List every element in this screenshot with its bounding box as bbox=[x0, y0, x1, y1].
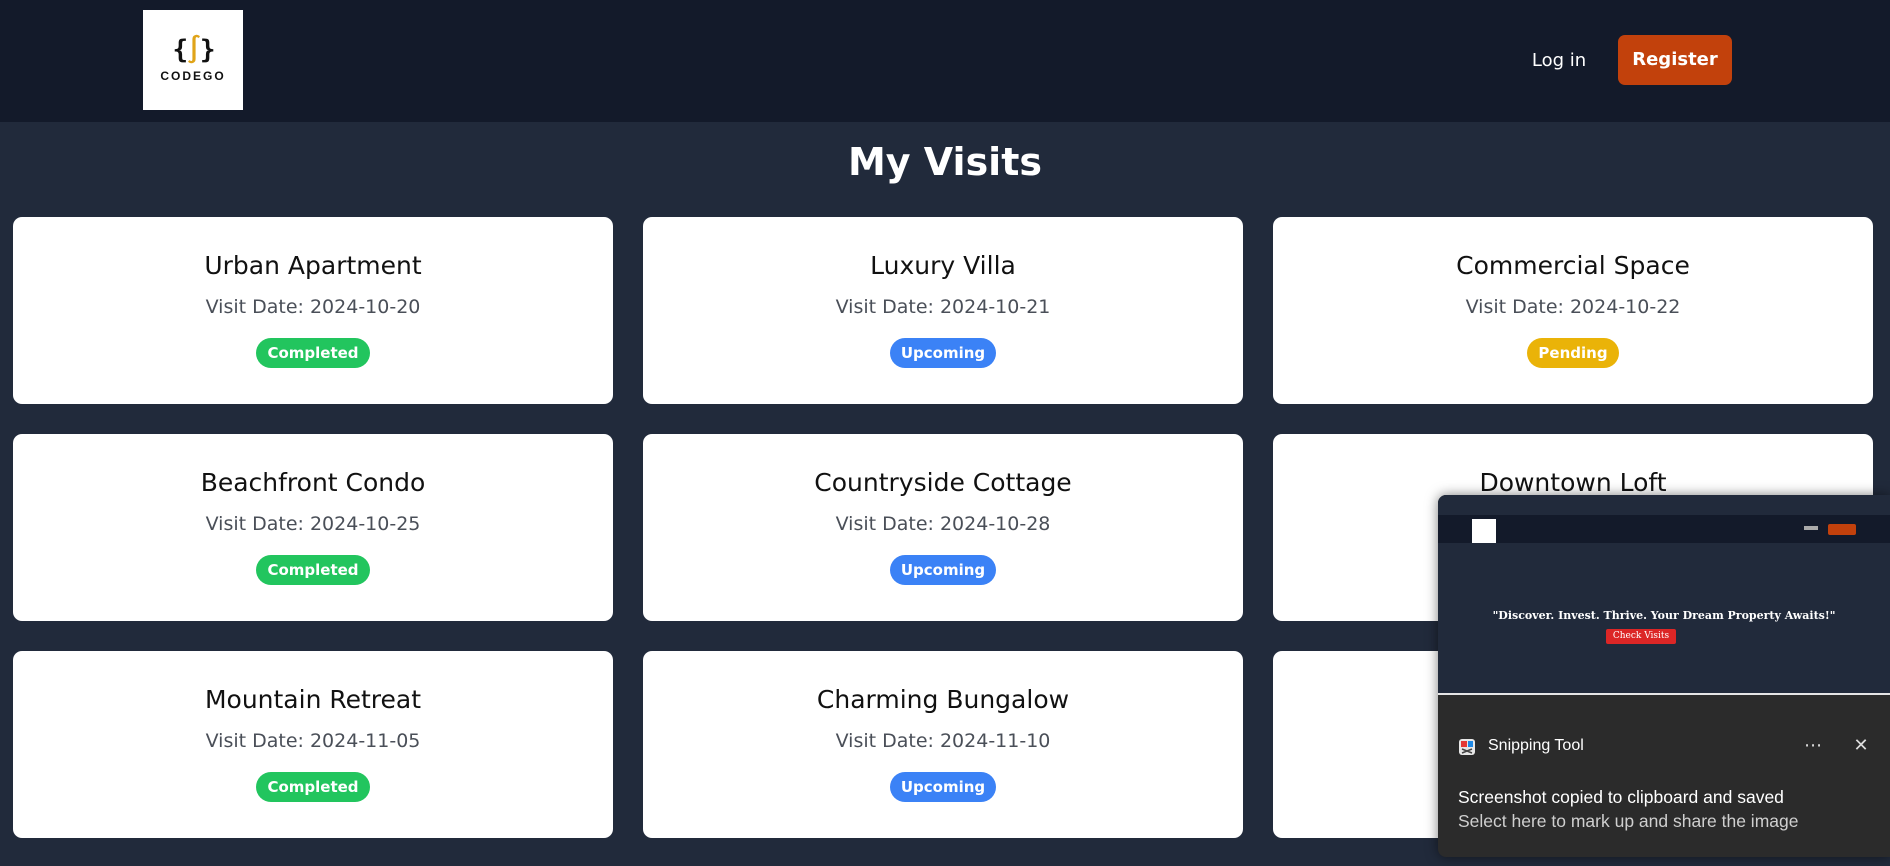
status-badge: Pending bbox=[1527, 338, 1619, 368]
visit-date: Visit Date: 2024-10-20 bbox=[205, 296, 421, 318]
status-badge: Completed bbox=[256, 555, 370, 585]
visit-card: Beachfront Condo Visit Date: 2024-10-25 … bbox=[13, 434, 613, 621]
login-link[interactable]: Log in bbox=[1512, 46, 1606, 76]
status-badge: Upcoming bbox=[889, 772, 997, 802]
preview-quote: "Discover. Invest. Thrive. Your Dream Pr… bbox=[1492, 609, 1836, 622]
visit-title: Downtown Loft bbox=[1479, 468, 1667, 497]
visit-title: Commercial Space bbox=[1456, 251, 1690, 280]
visit-title: Countryside Cottage bbox=[814, 468, 1072, 497]
page-title: My Visits bbox=[847, 140, 1042, 184]
notification-app-name: Snipping Tool bbox=[1488, 737, 1584, 754]
visit-date: Visit Date: 2024-10-25 bbox=[205, 513, 421, 535]
notification-message: Screenshot copied to clipboard and saved bbox=[1458, 787, 1784, 807]
visit-card: Commercial Space Visit Date: 2024-10-22 … bbox=[1273, 217, 1873, 404]
visit-card: Urban Apartment Visit Date: 2024-10-20 C… bbox=[13, 217, 613, 404]
status-badge: Upcoming bbox=[889, 338, 997, 368]
snipping-tool-icon bbox=[1459, 739, 1475, 755]
snipping-tool-notification[interactable]: "Discover. Invest. Thrive. Your Dream Pr… bbox=[1438, 495, 1890, 857]
more-icon[interactable]: ⋯ bbox=[1798, 731, 1828, 761]
visit-card: Luxury Villa Visit Date: 2024-10-21 Upco… bbox=[643, 217, 1243, 404]
register-button[interactable]: Register bbox=[1618, 35, 1732, 85]
close-icon[interactable]: ✕ bbox=[1846, 731, 1876, 761]
visit-title: Luxury Villa bbox=[870, 251, 1016, 280]
preview-logo bbox=[1472, 519, 1496, 543]
status-badge: Upcoming bbox=[889, 555, 997, 585]
preview-header bbox=[1438, 515, 1890, 543]
visit-card: Countryside Cottage Visit Date: 2024-10-… bbox=[643, 434, 1243, 621]
visit-title: Beachfront Condo bbox=[200, 468, 426, 497]
visit-card: Charming Bungalow Visit Date: 2024-11-10… bbox=[643, 651, 1243, 838]
visit-card: Mountain Retreat Visit Date: 2024-11-05 … bbox=[13, 651, 613, 838]
notification-body[interactable]: Snipping Tool ⋯ ✕ Screenshot copied to c… bbox=[1438, 695, 1890, 857]
visit-title: Charming Bungalow bbox=[816, 685, 1070, 714]
preview-register bbox=[1828, 524, 1856, 535]
logo-text: CODEGO bbox=[160, 69, 226, 83]
codego-logo[interactable]: {∫} CODEGO bbox=[143, 10, 243, 110]
visit-date: Visit Date: 2024-10-28 bbox=[835, 513, 1051, 535]
status-badge: Completed bbox=[256, 338, 370, 368]
visit-title: Urban Apartment bbox=[204, 251, 422, 280]
preview-check-visits-button: Check Visits bbox=[1606, 629, 1676, 644]
visit-date: Visit Date: 2024-10-22 bbox=[1465, 296, 1681, 318]
status-badge: Completed bbox=[256, 772, 370, 802]
logo-braces-icon: {∫} bbox=[172, 35, 216, 65]
visit-date: Visit Date: 2024-11-05 bbox=[205, 730, 421, 752]
visit-date: Visit Date: 2024-10-21 bbox=[835, 296, 1051, 318]
preview-login bbox=[1804, 526, 1818, 530]
site-header: {∫} CODEGO Log in Register bbox=[0, 0, 1890, 122]
notification-sub-message: Select here to mark up and share the ima… bbox=[1458, 811, 1799, 831]
visit-date: Visit Date: 2024-11-10 bbox=[835, 730, 1051, 752]
screenshot-preview[interactable]: "Discover. Invest. Thrive. Your Dream Pr… bbox=[1438, 495, 1890, 695]
visit-title: Mountain Retreat bbox=[204, 685, 422, 714]
